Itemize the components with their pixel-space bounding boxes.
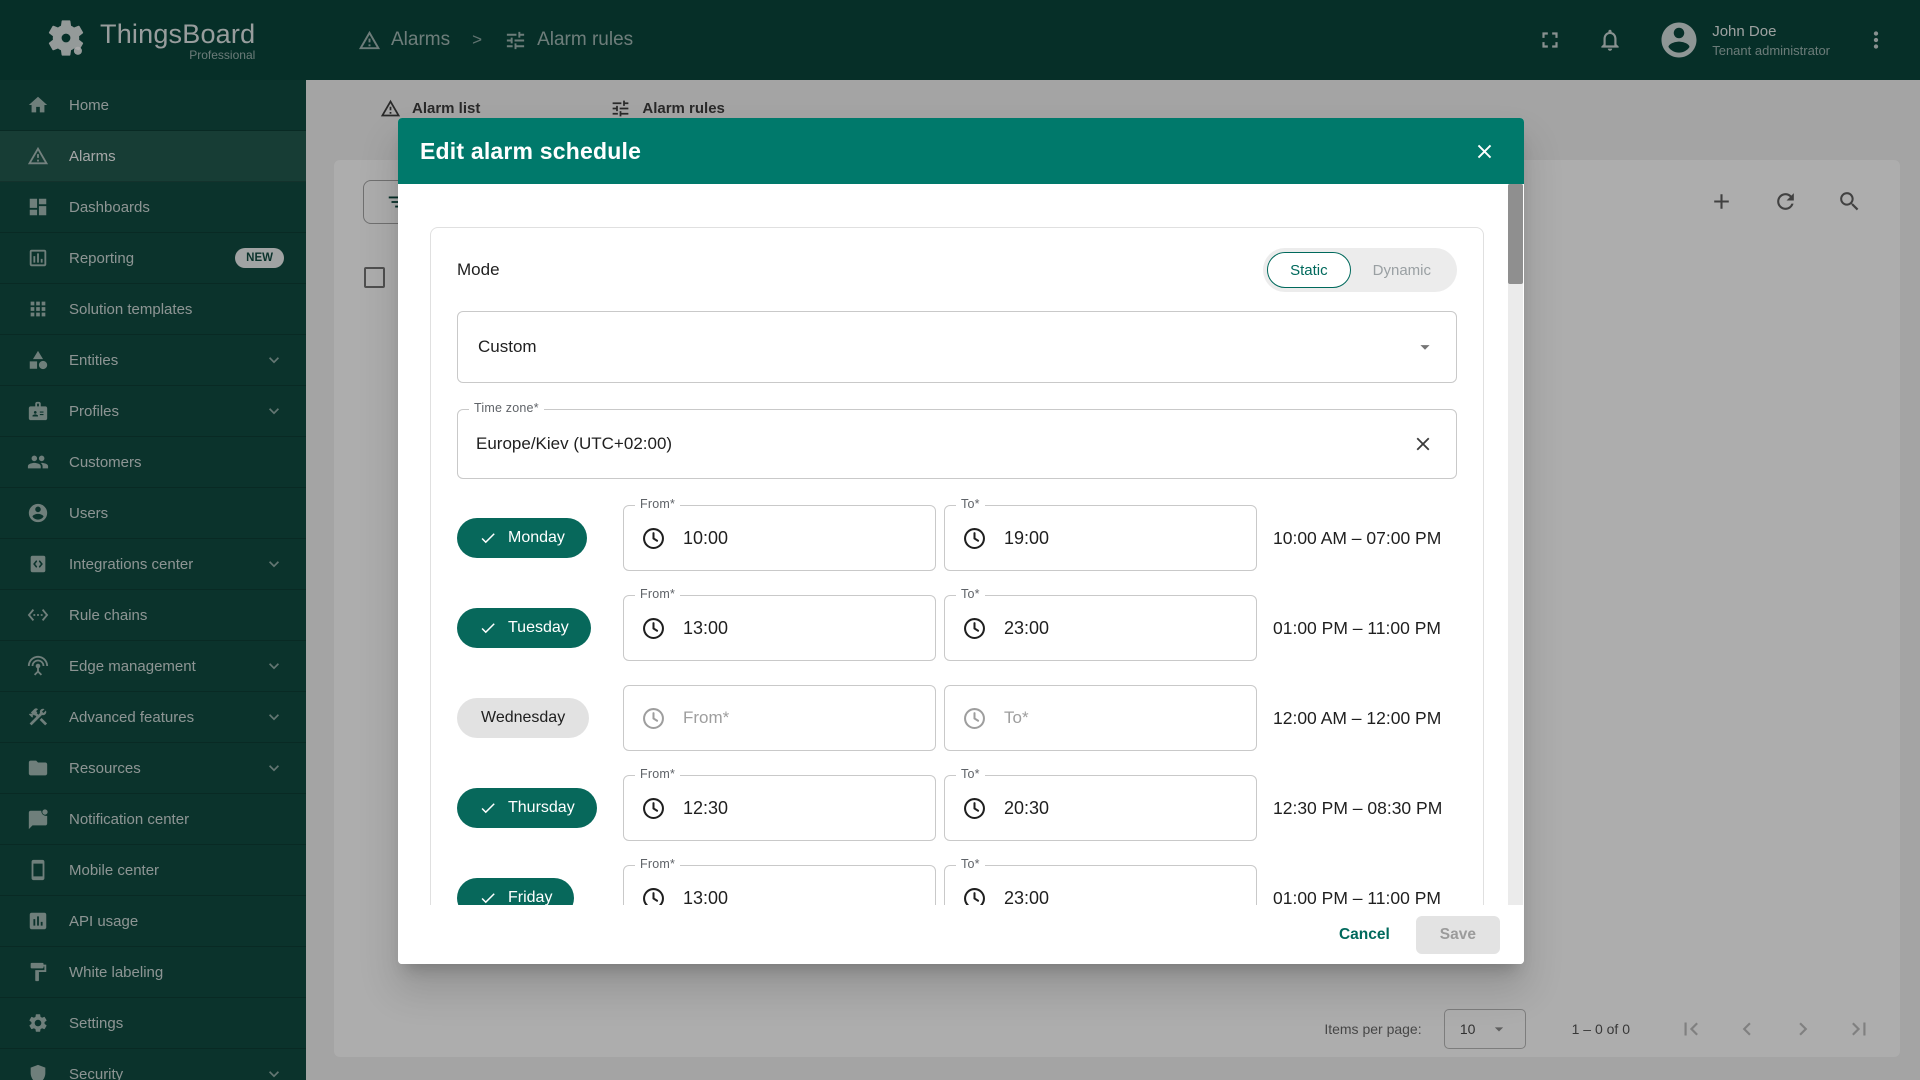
to-time-field-wednesday[interactable]: To* — [944, 685, 1257, 751]
from-time-value: 10:00 — [683, 528, 728, 549]
schedule-day-row-friday: Friday From*13:00To*23:00 01:00 PM – 11:00… — [457, 865, 1457, 905]
day-time-range: 12:30 PM – 08:30 PM — [1265, 798, 1457, 819]
clock-icon — [640, 705, 667, 732]
to-time-value: To* — [1004, 708, 1029, 728]
day-chip-label: Friday — [508, 889, 552, 905]
from-time-field-friday[interactable]: From*13:00 — [623, 865, 936, 905]
dialog-header: Edit alarm schedule — [398, 118, 1524, 184]
dropdown-arrow-icon — [1414, 336, 1436, 358]
from-label: From* — [635, 497, 680, 511]
from-time-value: 13:00 — [683, 618, 728, 639]
from-time-value: From* — [683, 708, 729, 728]
day-toggle-chip-friday[interactable]: Friday — [457, 878, 574, 905]
timezone-label: Time zone* — [469, 401, 544, 415]
to-time-field-tuesday[interactable]: To*23:00 — [944, 595, 1257, 661]
schedule-type-value: Custom — [478, 337, 537, 357]
day-time-range: 12:00 AM – 12:00 PM — [1265, 708, 1457, 729]
to-label: To* — [956, 857, 985, 871]
day-toggle-chip-monday[interactable]: Monday — [457, 518, 587, 558]
dialog-title: Edit alarm schedule — [420, 138, 641, 165]
from-time-field-thursday[interactable]: From*12:30 — [623, 775, 936, 841]
day-chip-label: Thursday — [508, 799, 575, 817]
to-label: To* — [956, 587, 985, 601]
schedule-type-select[interactable]: Custom — [457, 311, 1457, 383]
mode-toggle: Static Dynamic — [1263, 248, 1457, 292]
from-time-field-wednesday[interactable]: From* — [623, 685, 936, 751]
day-chip-label: Monday — [508, 529, 565, 547]
mode-label: Mode — [457, 260, 500, 280]
day-toggle-chip-tuesday[interactable]: Tuesday — [457, 608, 591, 648]
dialog-footer: Cancel Save — [398, 905, 1524, 964]
day-time-range: 01:00 PM – 11:00 PM — [1265, 618, 1457, 639]
schedule-day-row-wednesday: Wednesday From* To* 12:00 AM – 12:00 PM — [457, 685, 1457, 751]
mode-option-dynamic[interactable]: Dynamic — [1351, 252, 1453, 288]
to-label: To* — [956, 767, 985, 781]
to-time-field-thursday[interactable]: To*20:30 — [944, 775, 1257, 841]
from-label: From* — [635, 587, 680, 601]
to-label: To* — [956, 497, 985, 511]
day-chip-label: Tuesday — [508, 619, 569, 637]
mode-row: Mode Static Dynamic — [457, 248, 1457, 292]
clock-icon — [640, 885, 667, 906]
day-chip-label: Wednesday — [481, 709, 565, 727]
schedule-day-row-thursday: Thursday From*12:30To*20:30 12:30 PM – 08:… — [457, 775, 1457, 841]
from-time-field-tuesday[interactable]: From*13:00 — [623, 595, 936, 661]
save-button[interactable]: Save — [1416, 916, 1500, 954]
dialog-scrollbar[interactable] — [1508, 184, 1523, 905]
scrollbar-thumb[interactable] — [1508, 184, 1523, 284]
from-time-field-monday[interactable]: From*10:00 — [623, 505, 936, 571]
timezone-value: Europe/Kiev (UTC+02:00) — [476, 434, 672, 454]
cancel-button[interactable]: Cancel — [1329, 918, 1400, 952]
clock-icon — [640, 795, 667, 822]
day-toggle-chip-wednesday[interactable]: Wednesday — [457, 698, 589, 738]
edit-alarm-schedule-dialog: Edit alarm schedule Mode Static Dynamic … — [398, 118, 1524, 964]
day-time-range: 01:00 PM – 11:00 PM — [1265, 888, 1457, 906]
day-time-range: 10:00 AM – 07:00 PM — [1265, 528, 1457, 549]
from-label: From* — [635, 767, 680, 781]
to-time-field-monday[interactable]: To*19:00 — [944, 505, 1257, 571]
mode-option-static[interactable]: Static — [1267, 252, 1351, 288]
clear-icon — [1412, 433, 1434, 455]
timezone-field[interactable]: Time zone* Europe/Kiev (UTC+02:00) — [457, 409, 1457, 479]
schedule-day-row-monday: Monday From*10:00To*19:00 10:00 AM – 07:00… — [457, 505, 1457, 571]
check-icon — [479, 619, 497, 637]
close-icon — [1473, 140, 1496, 163]
check-icon — [479, 529, 497, 547]
to-time-field-friday[interactable]: To*23:00 — [944, 865, 1257, 905]
clock-icon — [961, 885, 988, 906]
clock-icon — [961, 795, 988, 822]
schedule-panel: Mode Static Dynamic Custom Time zone* Eu… — [430, 227, 1484, 905]
check-icon — [479, 799, 497, 817]
clock-icon — [961, 615, 988, 642]
to-time-value: 23:00 — [1004, 618, 1049, 639]
clock-icon — [961, 525, 988, 552]
to-time-value: 23:00 — [1004, 888, 1049, 906]
check-icon — [479, 889, 497, 905]
to-time-value: 19:00 — [1004, 528, 1049, 549]
dialog-body: Mode Static Dynamic Custom Time zone* Eu… — [398, 184, 1524, 905]
close-button[interactable] — [1466, 133, 1502, 169]
to-time-value: 20:30 — [1004, 798, 1049, 819]
day-toggle-chip-thursday[interactable]: Thursday — [457, 788, 597, 828]
thingsboard-app: ThingsBoard Professional Alarms > Alarm … — [0, 0, 1920, 1080]
schedule-days: MondayFrom*10:00To*19:0010:00 AM – 07:00… — [457, 505, 1457, 905]
from-label: From* — [635, 857, 680, 871]
from-time-value: 13:00 — [683, 888, 728, 906]
clock-icon — [640, 525, 667, 552]
from-time-value: 12:30 — [683, 798, 728, 819]
clock-icon — [640, 615, 667, 642]
clock-icon — [961, 705, 988, 732]
timezone-clear-button[interactable] — [1408, 429, 1438, 459]
schedule-day-row-tuesday: Tuesday From*13:00To*23:00 01:00 PM – 11:0… — [457, 595, 1457, 661]
